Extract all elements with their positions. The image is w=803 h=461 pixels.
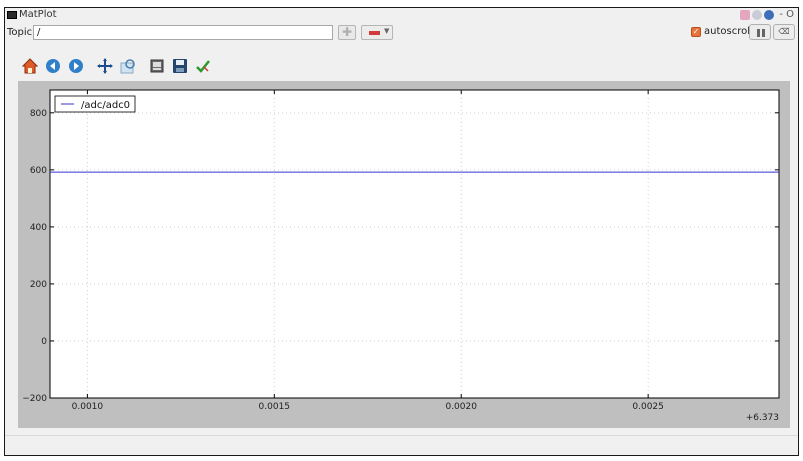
y-tick-label: 800 [30,109,47,119]
x-tick-label: 0.0010 [72,402,104,412]
pause-button[interactable] [749,24,771,40]
clear-button[interactable]: ⌫ [773,24,795,40]
app-icon [7,11,17,19]
plot-toolbar [21,56,217,76]
close-controls[interactable]: - O [779,9,794,20]
y-tick-label: 200 [30,280,47,290]
window-buttons: - O [740,9,794,20]
add-topic-button[interactable]: ✚ [338,25,356,40]
y-tick-label: 0 [41,337,47,347]
plot-axes[interactable] [49,89,780,399]
edit-check-icon[interactable] [194,57,212,75]
window-title: MatPlot [19,9,57,20]
title-bar: MatPlot - O [5,8,798,24]
configure-icon[interactable] [148,57,166,75]
minus-icon [369,31,380,35]
dock-icon[interactable] [740,9,751,20]
x-tick-label: 0.0015 [259,402,291,412]
autoscroll-label: autoscroll [704,26,753,37]
status-bar [5,435,798,455]
zoom-icon[interactable] [119,57,137,75]
save-icon[interactable] [171,57,189,75]
matplot-window: MatPlot - O Topic ✚ ▼ ✓ autoscroll ⌫ [4,7,799,456]
autoscroll-checkbox[interactable]: ✓ autoscroll [691,26,753,37]
x-tick-label: 0.0025 [632,402,664,412]
pause-icon-bar [762,29,765,37]
line-chart[interactable]: 0.0010 0.0015 0.0020 0.0025 −200 0 200 400 600 80… [18,81,790,428]
pause-icon [757,29,760,37]
topic-input[interactable] [33,25,333,40]
y-tick-label: −200 [22,394,47,404]
legend-label: /adc/adc0 [81,100,130,111]
plot-canvas[interactable]: 0.0010 0.0015 0.0020 0.0025 −200 0 200 400 600 80… [18,81,790,428]
home-icon[interactable] [21,57,39,75]
topic-label: Topic [7,27,33,38]
remove-topic-button[interactable]: ▼ [361,25,393,40]
x-tick-label: 0.0020 [445,402,477,412]
back-icon[interactable] [44,57,62,75]
x-offset-label: +6.373 [746,413,779,423]
y-tick-label: 600 [30,166,47,176]
y-tick-label: 400 [30,223,47,233]
clear-icon: ⌫ [778,27,790,36]
reload-icon[interactable] [752,9,763,20]
checkbox-checked-icon[interactable]: ✓ [691,26,701,37]
plus-icon: ✚ [341,25,353,39]
forward-icon[interactable] [67,57,85,75]
help-icon[interactable] [764,9,775,20]
pan-icon[interactable] [96,57,114,75]
chevron-down-icon: ▼ [384,27,390,35]
